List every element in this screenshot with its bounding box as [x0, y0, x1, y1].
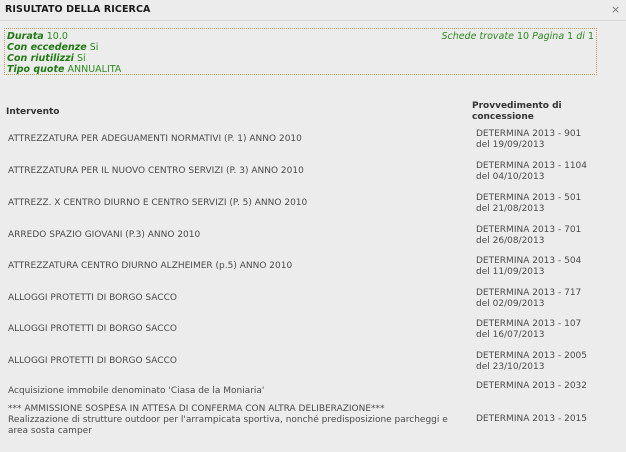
provvedimento-data: del 21/08/2013 — [476, 204, 545, 214]
cell-intervento: ALLOGGI PROTETTI DI BORGO SACCO — [8, 293, 177, 303]
cell-provvedimento: DETERMINA 2013 - 2032 — [476, 381, 587, 392]
summary-eccedenze: Con eccedenze Si — [7, 42, 98, 53]
eccedenze-label: Con eccedenze — [7, 42, 87, 53]
header-provvedimento-line1: Provvedimento di — [472, 101, 562, 111]
provvedimento-data: del 02/09/2013 — [476, 299, 545, 309]
cell-provvedimento: DETERMINA 2013 - 901 del 19/09/2013 — [476, 129, 581, 151]
cell-provvedimento: DETERMINA 2013 - 2015 — [476, 414, 587, 425]
pagina-label: Pagina — [532, 31, 565, 42]
tipo-quote-label: Tipo quote — [7, 64, 65, 75]
close-icon[interactable]: × — [611, 3, 620, 16]
schede-trovate: Schede trovate 10 Pagina 1 di 1 — [441, 31, 594, 42]
riutilizzi-label: Con riutilizzi — [7, 53, 74, 64]
cell-intervento: ALLOGGI PROTETTI DI BORGO SACCO — [8, 324, 177, 334]
provvedimento-determina: DETERMINA 2013 - 701 — [476, 225, 582, 235]
provvedimento-data: del 04/10/2013 — [476, 172, 545, 182]
schede-label: Schede trovate — [441, 31, 514, 42]
provvedimento-data: del 26/08/2013 — [476, 236, 545, 246]
cell-provvedimento: DETERMINA 2013 - 501 del 21/08/2013 — [476, 193, 581, 215]
provvedimento-data: del 23/10/2013 — [476, 362, 545, 372]
eccedenze-value: Si — [89, 42, 99, 53]
header-provvedimento: Provvedimento di concessione — [472, 101, 562, 123]
cell-intervento: ATTREZZATURA PER IL NUOVO CENTRO SERVIZI… — [8, 166, 304, 176]
pagina-value: 1 — [567, 31, 574, 42]
cell-provvedimento: DETERMINA 2013 - 107 del 16/07/2013 — [476, 319, 581, 341]
provvedimento-determina: DETERMINA 2013 - 2015 — [476, 414, 588, 424]
cell-intervento: ATTREZZATURA CENTRO DIURNO ALZHEIMER (p.… — [8, 261, 293, 271]
summary-riutilizzi: Con riutilizzi Si — [7, 53, 86, 64]
cell-intervento: *** AMMISSIONE SOSPESA IN ATTESA DI CONF… — [8, 404, 448, 436]
cell-provvedimento: DETERMINA 2013 - 1104 del 04/10/2013 — [476, 161, 587, 183]
provvedimento-determina: DETERMINA 2013 - 501 — [476, 193, 582, 203]
provvedimento-determina: DETERMINA 2013 - 901 — [476, 129, 582, 139]
provvedimento-determina: DETERMINA 2013 - 107 — [476, 319, 582, 329]
provvedimento-determina: DETERMINA 2013 - 1104 — [476, 161, 588, 171]
provvedimento-determina: DETERMINA 2013 - 717 — [476, 288, 582, 298]
cell-provvedimento: DETERMINA 2013 - 717 del 02/09/2013 — [476, 288, 581, 310]
header-intervento: Intervento — [6, 107, 60, 117]
cell-intervento: ATTREZZ. X CENTRO DIURNO E CENTRO SERVIZ… — [8, 198, 308, 208]
schede-value: 10 — [516, 31, 530, 42]
cell-intervento: ARREDO SPAZIO GIOVANI (P.3) ANNO 2010 — [8, 230, 201, 240]
summary-durata: Durata 10.0 — [7, 31, 68, 42]
durata-value: 10.0 — [46, 31, 68, 42]
provvedimento-data: del 19/09/2013 — [476, 140, 545, 150]
dialog-titlebar: RISULTATO DELLA RICERCA × — [0, 0, 626, 21]
search-summary-box: Durata 10.0 Con eccedenze Si Con riutili… — [4, 28, 597, 75]
cell-intervento: ATTREZZATURA PER ADEGUAMENTI NORMATIVI (… — [8, 134, 302, 144]
summary-tipo-quote: Tipo quote ANNUALITA — [7, 64, 121, 75]
header-provvedimento-line2: concessione — [472, 112, 534, 122]
pagine-totali: 1 — [587, 31, 594, 42]
durata-label: Durata — [7, 31, 44, 42]
cell-provvedimento: DETERMINA 2013 - 2005 del 23/10/2013 — [476, 351, 587, 373]
cell-intervento: ALLOGGI PROTETTI DI BORGO SACCO — [8, 356, 177, 366]
dialog-title: RISULTATO DELLA RICERCA — [5, 4, 151, 15]
provvedimento-data: del 16/07/2013 — [476, 330, 545, 340]
provvedimento-determina: DETERMINA 2013 - 504 — [476, 256, 582, 266]
cell-provvedimento: DETERMINA 2013 - 701 del 26/08/2013 — [476, 225, 581, 247]
cell-provvedimento: DETERMINA 2013 - 504 del 11/09/2013 — [476, 256, 581, 278]
provvedimento-determina: DETERMINA 2013 - 2032 — [476, 381, 588, 391]
riutilizzi-value: Si — [76, 53, 86, 64]
di-label: di — [576, 31, 585, 42]
cell-intervento: Acquisizione immobile denominato 'Ciasa … — [8, 386, 265, 396]
provvedimento-data: del 11/09/2013 — [476, 267, 545, 277]
tipo-quote-value: ANNUALITA — [67, 64, 122, 75]
provvedimento-determina: DETERMINA 2013 - 2005 — [476, 351, 588, 361]
